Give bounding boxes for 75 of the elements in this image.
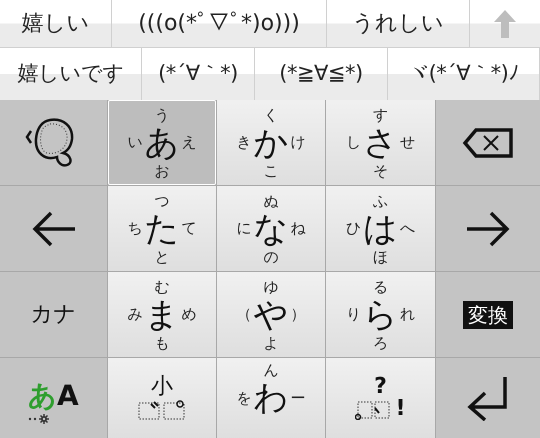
main-kana-label: ら xyxy=(363,296,398,334)
flick-right-label: け xyxy=(290,132,306,154)
flick-left-label: き xyxy=(236,132,252,154)
candidate[interactable]: うれしい xyxy=(327,0,470,47)
undo-key[interactable] xyxy=(0,100,107,185)
kana-key[interactable]: カナ xyxy=(0,272,107,357)
candidate[interactable]: (*´∀｀*) xyxy=(142,48,255,100)
flick-left-label: み xyxy=(128,304,144,326)
candidate[interactable]: (*≧∀≦*) xyxy=(255,48,388,100)
main-kana-label: か xyxy=(254,124,288,162)
flick-right-label: ） xyxy=(290,304,306,326)
flick-right-label: え xyxy=(180,132,196,154)
flick-down-label: ろ xyxy=(372,334,389,352)
flick-down-label: の xyxy=(262,248,280,266)
flick-left-label: ち xyxy=(128,218,144,240)
flick-down-label: と xyxy=(154,248,170,266)
flick-right-label: せ xyxy=(399,132,415,154)
flick-up-label: く xyxy=(262,106,280,124)
cursor-right-key[interactable] xyxy=(436,186,540,271)
flick-up-label: ふ xyxy=(372,192,389,210)
candidate[interactable]: 嬉しい xyxy=(0,0,112,47)
flick-right-label: れ xyxy=(399,304,415,326)
exclamation-mark-label[interactable]: ! xyxy=(395,398,406,420)
candidate[interactable]: ヾ(*´∀｀*)ﾉ xyxy=(388,48,540,100)
main-kana-label: や xyxy=(254,296,288,334)
flick-right-label: ね xyxy=(290,218,306,240)
flick-down-label: そ xyxy=(372,162,389,180)
flick-right-label: て xyxy=(180,218,196,240)
flick-right-label: ー xyxy=(290,388,306,409)
flick-down-label: ほ xyxy=(372,248,389,266)
right-arrow-icon xyxy=(465,210,511,248)
flick-down-label: お xyxy=(154,162,170,180)
dakuten-handakuten-icon xyxy=(138,400,186,420)
flick-up-label: ぬ xyxy=(262,192,280,210)
flick-down-label: こ xyxy=(262,162,280,180)
flick-down-label: よ xyxy=(262,334,280,352)
backspace-key[interactable] xyxy=(436,100,540,185)
candidate[interactable]: (((o(*ﾟ▽ﾟ*)o))) xyxy=(112,0,327,47)
candidate[interactable]: 嬉しいです xyxy=(0,48,142,100)
flick-left-label: （ xyxy=(236,304,252,326)
settings-icon[interactable] xyxy=(28,414,50,424)
flick-up-label: る xyxy=(372,278,389,296)
flick-up-label: つ xyxy=(154,192,170,210)
enter-key[interactable] xyxy=(436,358,540,438)
main-kana-label: ま xyxy=(144,296,180,334)
flick-up-label: む xyxy=(154,278,170,296)
main-kana-label: あ xyxy=(144,124,180,162)
flick-right-label: め xyxy=(180,304,196,326)
main-kana-label: た xyxy=(144,210,180,248)
flick-left-label: を xyxy=(236,388,252,409)
small-label[interactable]: 小 xyxy=(151,376,173,398)
flick-left-label: し xyxy=(346,132,362,154)
punctuation-marks-icon xyxy=(355,400,392,420)
flick-right-label: へ xyxy=(399,218,415,240)
question-mark-label[interactable]: ? xyxy=(374,376,387,398)
left-arrow-icon xyxy=(30,210,76,248)
flick-up-label: ゆ xyxy=(262,278,280,296)
cursor-left-key[interactable] xyxy=(0,186,107,271)
backspace-icon xyxy=(462,126,514,158)
flick-up-label: う xyxy=(154,106,170,124)
flick-left-label: い xyxy=(128,132,144,154)
up-arrow-icon xyxy=(493,8,517,38)
convert-key[interactable]: 変換 xyxy=(463,300,513,328)
main-kana-label: わ xyxy=(254,379,288,417)
main-kana-label: さ xyxy=(363,124,398,162)
kana-key[interactable]: ゆ （や） よ xyxy=(217,272,325,357)
flick-down-label: も xyxy=(154,334,170,352)
flick-left-label: り xyxy=(346,304,362,326)
flick-left-label: ひ xyxy=(346,218,362,240)
main-kana-label: な xyxy=(254,210,288,248)
flick-up-label: す xyxy=(372,106,389,124)
main-kana-label: は xyxy=(363,210,398,248)
latin-mode-label[interactable]: A xyxy=(57,382,79,410)
flick-up-label: ん xyxy=(262,361,280,379)
flick-left-label: に xyxy=(236,218,252,240)
